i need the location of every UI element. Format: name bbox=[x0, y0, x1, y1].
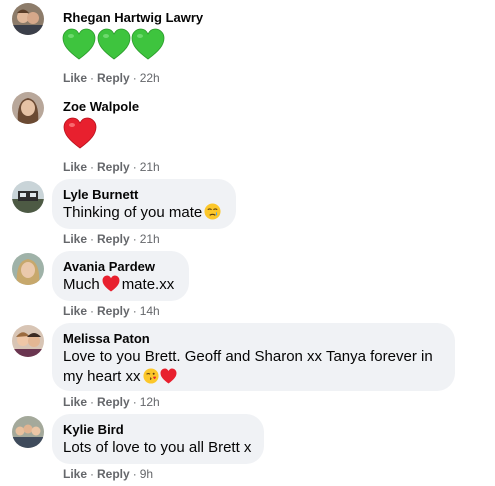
avatar[interactable] bbox=[12, 416, 44, 448]
comment-text-line1: Love to you Brett. Geoff and Sharon xx T… bbox=[63, 348, 433, 365]
red-heart-reaction bbox=[63, 117, 97, 156]
comment-text-line2: my heart xx bbox=[63, 367, 179, 390]
comment-text: Lots of love to you all Brett x bbox=[63, 439, 252, 456]
avatar[interactable] bbox=[12, 325, 44, 357]
timestamp[interactable]: 21h bbox=[140, 160, 160, 174]
comment-actions: Like · Reply · 9h bbox=[63, 467, 154, 481]
like-link[interactable]: Like bbox=[63, 395, 87, 409]
timestamp[interactable]: 14h bbox=[140, 304, 160, 318]
timestamp[interactable]: 9h bbox=[140, 467, 153, 481]
comment-text: Much mate.xx bbox=[63, 275, 174, 298]
commenter-name[interactable]: Avania Pardew bbox=[63, 259, 155, 274]
commenter-name[interactable]: Melissa Paton bbox=[63, 331, 150, 346]
commenter-name[interactable]: Zoe Walpole bbox=[63, 99, 139, 114]
commenter-name[interactable]: Lyle Burnett bbox=[63, 187, 138, 202]
avatar[interactable] bbox=[12, 253, 44, 285]
avatar[interactable] bbox=[12, 92, 44, 124]
like-link[interactable]: Like bbox=[63, 467, 87, 481]
timestamp[interactable]: 12h bbox=[140, 395, 160, 409]
comment-bubble: Melissa Paton Love to you Brett. Geoff a… bbox=[52, 323, 455, 391]
reply-link[interactable]: Reply bbox=[97, 304, 130, 318]
red-heart-icon bbox=[102, 275, 120, 298]
comment-actions: Like · Reply · 22h bbox=[63, 71, 160, 85]
like-link[interactable]: Like bbox=[63, 304, 87, 318]
red-heart-icon bbox=[160, 368, 177, 390]
crying-face-icon bbox=[204, 203, 221, 226]
comment-actions: Like · Reply · 12h bbox=[63, 395, 160, 409]
reply-link[interactable]: Reply bbox=[97, 395, 130, 409]
comment-actions: Like · Reply · 21h bbox=[63, 232, 160, 246]
like-link[interactable]: Like bbox=[63, 160, 87, 174]
commenter-name[interactable]: Rhegan Hartwig Lawry bbox=[63, 10, 203, 25]
reply-link[interactable]: Reply bbox=[97, 467, 130, 481]
comment-actions: Like · Reply · 14h bbox=[63, 304, 160, 318]
reply-link[interactable]: Reply bbox=[97, 232, 130, 246]
avatar[interactable] bbox=[12, 181, 44, 213]
like-link[interactable]: Like bbox=[63, 71, 87, 85]
reply-link[interactable]: Reply bbox=[97, 71, 130, 85]
comment-actions: Like · Reply · 21h bbox=[63, 160, 160, 174]
kissing-face-icon bbox=[142, 368, 159, 390]
like-link[interactable]: Like bbox=[63, 232, 87, 246]
comment-bubble: Kylie Bird Lots of love to you all Brett… bbox=[52, 414, 264, 464]
timestamp[interactable]: 22h bbox=[140, 71, 160, 85]
comment-bubble: Avania Pardew Much mate.xx bbox=[52, 251, 189, 301]
commenter-name[interactable]: Kylie Bird bbox=[63, 422, 124, 437]
avatar[interactable] bbox=[12, 3, 44, 35]
timestamp[interactable]: 21h bbox=[140, 232, 160, 246]
reply-link[interactable]: Reply bbox=[97, 160, 130, 174]
comment-bubble: Lyle Burnett Thinking of you mate bbox=[52, 179, 236, 229]
green-hearts-reaction bbox=[62, 28, 166, 67]
comment-text: Thinking of you mate bbox=[63, 203, 223, 226]
